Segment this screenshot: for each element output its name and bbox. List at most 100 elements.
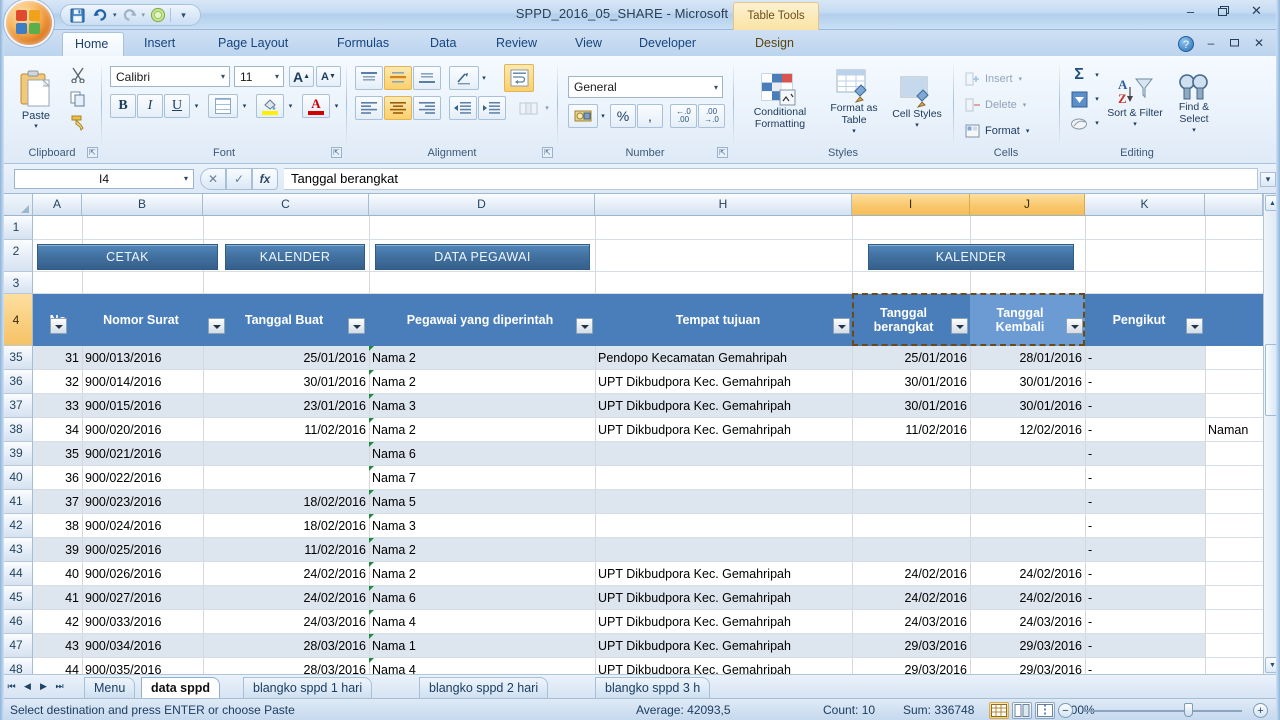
cell-kembali-46[interactable]: 24/03/2016 <box>970 610 1085 633</box>
cell-no-46[interactable]: 42 <box>33 610 82 633</box>
cell-berangkat-47[interactable]: 29/03/2016 <box>852 634 970 657</box>
cell-no-43[interactable]: 39 <box>33 538 82 561</box>
name-box[interactable]: I4 ▾ <box>14 168 194 189</box>
borders-caret-icon[interactable]: ▾ <box>239 94 250 118</box>
cell-tempat-41[interactable] <box>595 490 852 513</box>
cell-tempat-35[interactable]: Pendopo Kecamatan Gemahripah <box>595 346 852 369</box>
minimize-ribbon-button[interactable]: – <box>1202 36 1220 52</box>
cell-berangkat-39[interactable] <box>852 442 970 465</box>
help-icon[interactable]: ? <box>1178 36 1194 52</box>
cell-nomor_surat-38[interactable]: 900/020/2016 <box>82 418 203 441</box>
cell-no-48[interactable]: 44 <box>33 658 82 675</box>
restore-button[interactable] <box>1210 2 1237 20</box>
decrease-indent-icon[interactable] <box>449 96 477 120</box>
cell-nomor_surat-47[interactable]: 900/034/2016 <box>82 634 203 657</box>
tab-page-layout[interactable]: Page Layout <box>206 32 300 56</box>
fill-caret-icon[interactable]: ▾ <box>1092 88 1102 110</box>
close-window-small-button[interactable]: ✕ <box>1250 36 1268 52</box>
row-header-45[interactable]: 45 <box>0 586 33 610</box>
orientation-icon[interactable] <box>449 66 479 90</box>
table-header-pengikut[interactable]: Pengikut <box>1090 294 1188 346</box>
last-sheet-button[interactable]: ⏭ <box>52 678 67 695</box>
cell-tanggal_buat-42[interactable]: 18/02/2016 <box>203 514 369 537</box>
cell-berangkat-44[interactable]: 24/02/2016 <box>852 562 970 585</box>
filter-button-no[interactable] <box>50 318 67 334</box>
restore-window-small-button[interactable] <box>1226 36 1244 52</box>
format-cells-button[interactable]: Format ▾ <box>960 120 1050 142</box>
page-break-view-icon[interactable] <box>1035 702 1055 719</box>
customize-qat-icon[interactable]: ▾ <box>173 6 194 24</box>
close-button[interactable]: ✕ <box>1243 2 1270 20</box>
orientation-caret-icon[interactable]: ▾ <box>479 66 489 90</box>
clipboard-dialog-launcher[interactable]: ⇱ <box>87 147 98 158</box>
cell-berangkat-37[interactable]: 30/01/2016 <box>852 394 970 417</box>
enter-formula-button[interactable]: ✓ <box>226 167 252 190</box>
cell-pegawai-48[interactable]: Nama 4 <box>369 658 595 675</box>
cell-extra-45[interactable] <box>1205 586 1263 609</box>
cell-tanggal_buat-38[interactable]: 11/02/2016 <box>203 418 369 441</box>
filter-button-tanggal-kembali[interactable] <box>1066 318 1083 334</box>
accounting-icon[interactable] <box>568 104 598 128</box>
shrink-font-button[interactable]: A ▼ <box>316 66 341 87</box>
save-icon[interactable] <box>67 6 88 24</box>
cell-kembali-36[interactable]: 30/01/2016 <box>970 370 1085 393</box>
cell-tempat-43[interactable] <box>595 538 852 561</box>
align-left-icon[interactable] <box>355 96 383 120</box>
redo-caret-icon[interactable]: ▾ <box>142 11 146 19</box>
cell-kembali-43[interactable] <box>970 538 1085 561</box>
row-header-36[interactable]: 36 <box>0 370 33 394</box>
zoom-slider-knob[interactable] <box>1184 703 1193 717</box>
filter-button-tanggal-berangkat[interactable] <box>951 318 968 334</box>
cell-no-39[interactable]: 35 <box>33 442 82 465</box>
cell-extra-42[interactable] <box>1205 514 1263 537</box>
cell-nomor_surat-46[interactable]: 900/033/2016 <box>82 610 203 633</box>
row-header-41[interactable]: 41 <box>0 490 33 514</box>
find-select-button[interactable]: Find & Select ▾ <box>1165 64 1223 140</box>
cell-no-40[interactable]: 36 <box>33 466 82 489</box>
cell-nomor_surat-45[interactable]: 900/027/2016 <box>82 586 203 609</box>
fill-color-icon[interactable] <box>256 94 284 118</box>
cell-berangkat-45[interactable]: 24/02/2016 <box>852 586 970 609</box>
filter-button-pengikut[interactable] <box>1186 318 1203 334</box>
table-header-tanggal-kembali[interactable]: Tanggal Kembali <box>974 294 1066 346</box>
undo-icon[interactable] <box>90 6 111 24</box>
wrap-text-icon[interactable] <box>504 64 534 92</box>
cell-tempat-44[interactable]: UPT Dikbudpora Kec. Gemahripah <box>595 562 852 585</box>
cell-no-44[interactable]: 40 <box>33 562 82 585</box>
sheet-tab-blangko-sppd-1-hari[interactable]: blangko sppd 1 hari <box>243 677 373 698</box>
zoom-slider[interactable]: − + <box>1058 701 1268 719</box>
tab-developer[interactable]: Developer <box>627 32 708 56</box>
cell-pengikut-44[interactable]: - <box>1085 562 1205 585</box>
cell-pengikut-47[interactable]: - <box>1085 634 1205 657</box>
sheet-tab-blangko-sppd-3-hari[interactable]: blangko sppd 3 h <box>595 677 711 698</box>
tab-home[interactable]: Home <box>62 32 124 56</box>
cell-pengikut-42[interactable]: - <box>1085 514 1205 537</box>
zoom-out-button[interactable]: − <box>1058 703 1073 718</box>
cell-pegawai-41[interactable]: Nama 5 <box>369 490 595 513</box>
percent-button[interactable]: % <box>610 104 636 128</box>
conditional-formatting-button[interactable]: Conditional Formatting <box>742 64 818 140</box>
cell-pengikut-35[interactable]: - <box>1085 346 1205 369</box>
column-header-D[interactable]: D <box>369 194 595 215</box>
cell-nomor_surat-37[interactable]: 900/015/2016 <box>82 394 203 417</box>
number-format-select[interactable]: General ▾ <box>568 76 723 98</box>
cell-nomor_surat-40[interactable]: 900/022/2016 <box>82 466 203 489</box>
cell-extra-48[interactable] <box>1205 658 1263 674</box>
cell-pengikut-46[interactable]: - <box>1085 610 1205 633</box>
cell-no-36[interactable]: 32 <box>33 370 82 393</box>
cell-berangkat-36[interactable]: 30/01/2016 <box>852 370 970 393</box>
cell-tanggal_buat-44[interactable]: 24/02/2016 <box>203 562 369 585</box>
tab-formulas[interactable]: Formulas <box>325 32 401 56</box>
cell-no-41[interactable]: 37 <box>33 490 82 513</box>
font-dialog-launcher[interactable]: ⇱ <box>331 147 342 158</box>
cell-pegawai-46[interactable]: Nama 4 <box>369 610 595 633</box>
cell-tempat-46[interactable]: UPT Dikbudpora Kec. Gemahripah <box>595 610 852 633</box>
cell-tempat-37[interactable]: UPT Dikbudpora Kec. Gemahripah <box>595 394 852 417</box>
macro-button-kalender-2[interactable]: KALENDER <box>868 244 1074 270</box>
cell-tanggal_buat-36[interactable]: 30/01/2016 <box>203 370 369 393</box>
grow-font-button[interactable]: A ▲ <box>289 66 314 87</box>
bottom-align-icon[interactable] <box>413 66 441 90</box>
cell-berangkat-41[interactable] <box>852 490 970 513</box>
row-header-46[interactable]: 46 <box>0 610 33 634</box>
cell-berangkat-42[interactable] <box>852 514 970 537</box>
